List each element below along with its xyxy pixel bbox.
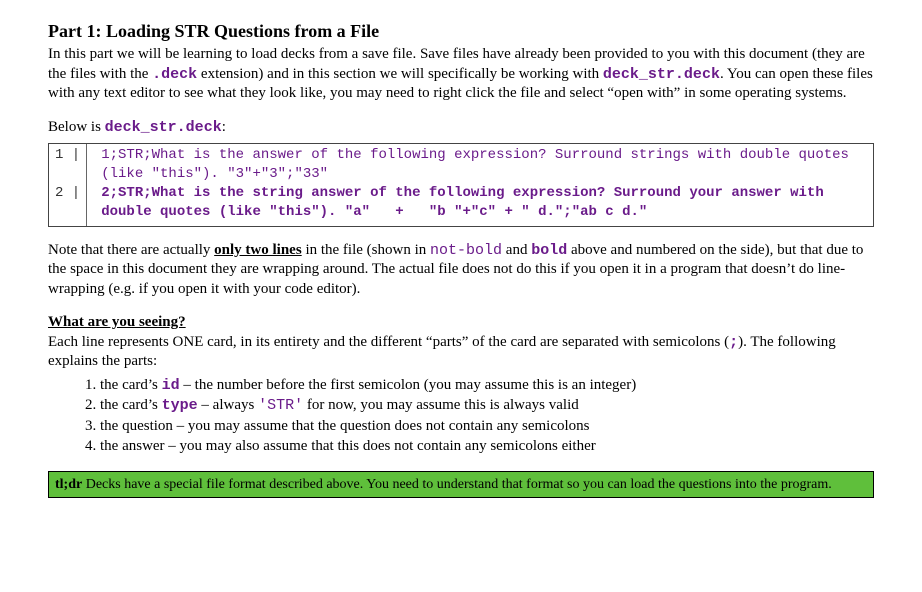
code-line-1: 1;STR;What is the answer of the followin… [101,147,857,182]
tldr-label: tl;dr [55,477,82,492]
code-filename: deck_str.deck [603,66,720,83]
text: Note that there are actually [48,242,214,258]
list-item: the card’s id – the number before the fi… [100,376,874,396]
emphasis-only-two-lines: only two lines [214,242,302,258]
text: Below is [48,119,105,135]
code-id: id [162,377,180,394]
text: the card’s [100,377,162,393]
list-item: the card’s type – always 'STR' for now, … [100,396,874,416]
list-item: the answer – you may also assume that th… [100,437,874,457]
code-bold: bold [531,242,567,259]
text: Each line represents ONE card, in its en… [48,334,729,350]
parts-list: the card’s id – the number before the fi… [80,376,874,457]
text: extension) and in this section we will s… [197,66,603,82]
intro-paragraph: In this part we will be learning to load… [48,45,874,104]
text: and [502,242,531,258]
code-gutter: 1 | 2 | [49,144,87,226]
code-block: 1 | 2 | 1;STR;What is the answer of the … [48,143,874,227]
tldr-box: tl;dr Decks have a special file format d… [48,471,874,499]
text: – the number before the first semicolon … [180,377,637,393]
line-number: 2 | [55,184,80,203]
code-type: type [162,397,198,414]
text: the card’s [100,397,162,413]
section-heading: Part 1: Loading STR Questions from a Fil… [48,20,874,43]
text: – always [198,397,258,413]
code-str-literal: 'STR' [258,397,303,414]
code-body: 1;STR;What is the answer of the followin… [87,144,873,226]
text: for now, you may assume this is always v… [303,397,579,413]
below-label: Below is deck_str.deck: [48,118,874,138]
code-line-2: 2;STR;What is the string answer of the f… [101,185,832,220]
seeing-paragraph: Each line represents ONE card, in its en… [48,333,874,372]
tldr-text: Decks have a special file format describ… [82,477,832,492]
note-paragraph: Note that there are actually only two li… [48,241,874,300]
line-number: 1 | [55,146,80,184]
code-semicolon: ; [729,334,738,351]
code-notbold: not-bold [430,242,502,259]
text: in the file (shown in [302,242,430,258]
code-extension: .deck [152,66,197,83]
code-filename: deck_str.deck [105,119,222,136]
subsection-heading: What are you seeing? [48,313,874,333]
text: : [222,119,226,135]
list-item: the question – you may assume that the q… [100,417,874,437]
